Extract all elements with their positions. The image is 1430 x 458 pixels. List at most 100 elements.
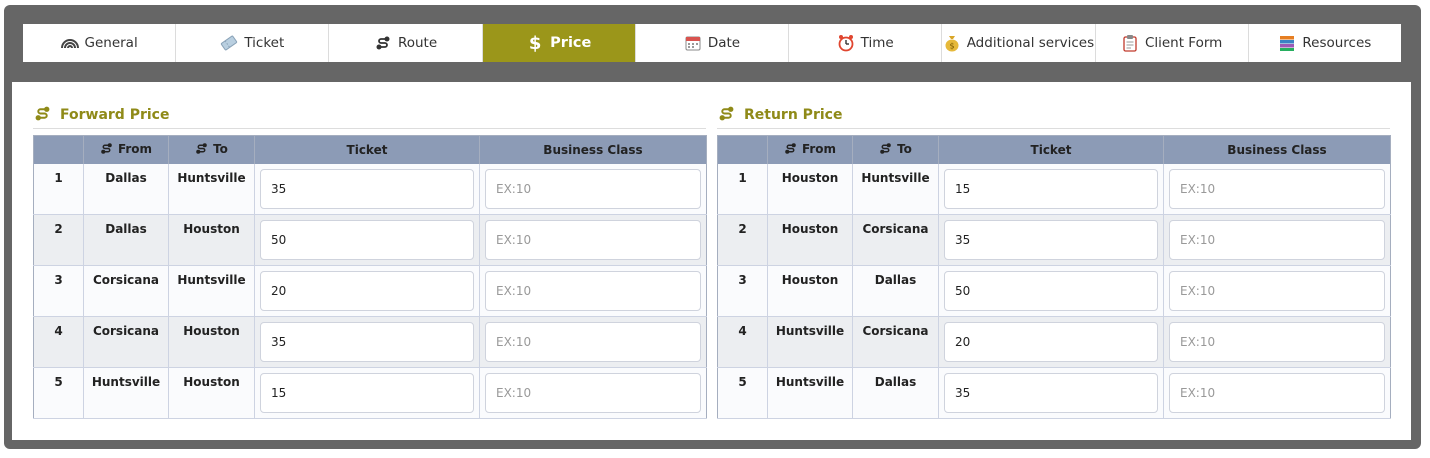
route-icon: [196, 143, 207, 154]
table-row: 2 Dallas Houston: [33, 214, 707, 266]
business-price-input[interactable]: [485, 220, 701, 260]
tab-client-form[interactable]: Client Form: [1095, 24, 1249, 62]
row-number: 4: [33, 316, 84, 368]
from-cell: Huntsville: [83, 367, 169, 419]
table-row: 2 Houston Corsicana: [717, 214, 1391, 266]
business-cell: [1163, 214, 1391, 266]
tab-bar: General Ticket Route $ Price Date Time $…: [23, 24, 1401, 62]
table-header-row: From To Ticket Business Class: [33, 135, 707, 164]
return-price-table: From To Ticket Business Class 1 Houston …: [717, 135, 1391, 419]
to-cell: Corsicana: [852, 214, 939, 266]
ticket-price-input[interactable]: [944, 322, 1158, 362]
tab-price[interactable]: $ Price: [482, 24, 636, 62]
ticket-price-input[interactable]: [260, 168, 474, 209]
header-business-class: Business Class: [1163, 135, 1391, 164]
ticket-cell: [254, 163, 480, 215]
header-to: To: [852, 135, 939, 164]
business-price-input[interactable]: [1169, 220, 1385, 260]
ticket-cell: [254, 214, 480, 266]
header-num: [33, 135, 84, 164]
row-number: 2: [33, 214, 84, 266]
tab-general[interactable]: General: [23, 24, 177, 62]
forward-price-table: From To Ticket Business Class 1 Dallas H…: [33, 135, 707, 419]
tab-date[interactable]: Date: [635, 24, 790, 62]
ticket-cell: [938, 265, 1164, 317]
ticket-price-input[interactable]: [260, 322, 474, 362]
return-price-heading: Return Price: [717, 104, 1390, 126]
tab-route-label: Route: [397, 35, 438, 51]
from-cell: Dallas: [83, 163, 169, 215]
svg-text:$: $: [949, 42, 954, 51]
ticket-cell: [938, 316, 1164, 368]
route-icon: [101, 143, 112, 154]
ticket-price-input[interactable]: [944, 168, 1158, 209]
business-price-input[interactable]: [1169, 271, 1385, 311]
business-cell: [479, 214, 707, 266]
row-number: 5: [33, 367, 84, 419]
row-number: 3: [717, 265, 768, 317]
ticket-price-input[interactable]: [260, 271, 474, 311]
tab-ticket-label: Ticket: [244, 35, 285, 51]
tab-resources[interactable]: Resources: [1248, 24, 1401, 62]
business-price-input[interactable]: [485, 271, 701, 311]
tab-price-label: Price: [550, 35, 592, 51]
alarm-clock-icon: [837, 34, 855, 52]
header-from-label: From: [801, 141, 837, 156]
business-price-input[interactable]: [485, 322, 701, 362]
business-cell: [1163, 367, 1391, 419]
from-cell: Houston: [767, 163, 853, 215]
tab-time[interactable]: Time: [789, 24, 943, 62]
rainbow-icon: [60, 34, 79, 52]
business-price-input[interactable]: [1169, 322, 1385, 362]
tab-ticket[interactable]: Ticket: [176, 24, 330, 62]
money-bag-icon: $: [943, 34, 961, 52]
header-num: [717, 135, 768, 164]
from-cell: Huntsville: [767, 367, 853, 419]
header-to-label: To: [897, 141, 912, 156]
route-icon: [34, 105, 51, 126]
table-row: 4 Corsicana Houston: [33, 316, 707, 368]
ticket-price-input[interactable]: [260, 373, 474, 413]
header-from-label: From: [117, 141, 153, 156]
ticket-price-input[interactable]: [944, 271, 1158, 311]
ticket-cell: [938, 214, 1164, 266]
business-price-input[interactable]: [485, 373, 701, 413]
calendar-icon: [684, 34, 702, 52]
table-row: 4 Huntsville Corsicana: [717, 316, 1391, 368]
business-price-input[interactable]: [1169, 168, 1385, 209]
forward-price-title: Forward Price: [60, 107, 170, 123]
ticket-price-input[interactable]: [944, 220, 1158, 260]
from-cell: Corsicana: [83, 265, 169, 317]
books-icon: [1278, 34, 1296, 52]
header-ticket: Ticket: [938, 135, 1164, 164]
to-cell: Dallas: [852, 265, 939, 317]
to-cell: Huntsville: [168, 265, 255, 317]
business-cell: [479, 316, 707, 368]
table-row: 3 Corsicana Huntsville: [33, 265, 707, 317]
to-cell: Corsicana: [852, 316, 939, 368]
ticket-cell: [938, 163, 1164, 215]
ticket-price-input[interactable]: [944, 373, 1158, 413]
row-number: 1: [33, 163, 84, 215]
tab-additional-services[interactable]: $ Additional services: [942, 24, 1096, 62]
return-price-section: Return Price From To Ticket Business Cla…: [717, 104, 1391, 419]
header-from: From: [83, 135, 169, 164]
header-to: To: [168, 135, 255, 164]
tab-route[interactable]: Route: [329, 24, 483, 62]
business-cell: [479, 265, 707, 317]
clipboard-icon: [1121, 34, 1139, 52]
table-header-row: From To Ticket Business Class: [717, 135, 1391, 164]
route-icon: [374, 34, 392, 52]
price-panel: Forward Price From To Ticket Business Cl…: [12, 82, 1411, 440]
ticket-price-input[interactable]: [260, 220, 474, 260]
to-cell: Houston: [168, 367, 255, 419]
dollar-icon: $: [528, 32, 542, 54]
ticket-icon: [220, 34, 238, 52]
business-price-input[interactable]: [1169, 373, 1385, 413]
divider: [33, 128, 706, 129]
from-cell: Huntsville: [767, 316, 853, 368]
business-price-input[interactable]: [485, 168, 701, 209]
route-icon: [785, 143, 796, 154]
to-cell: Huntsville: [852, 163, 939, 215]
from-cell: Corsicana: [83, 316, 169, 368]
